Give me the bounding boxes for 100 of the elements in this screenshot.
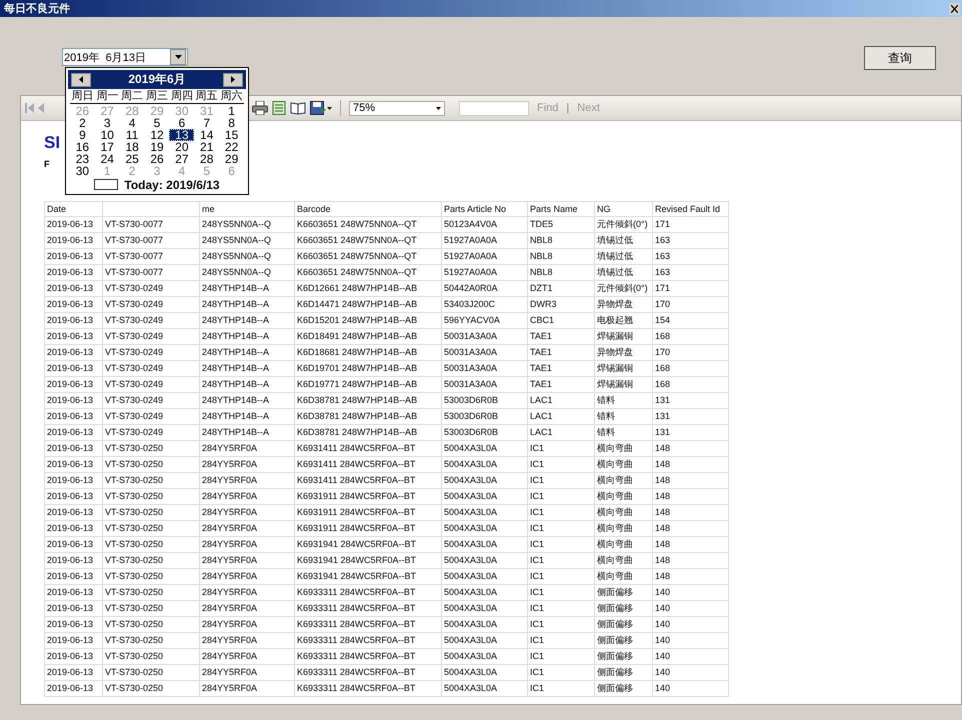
calendar-day[interactable]: 13 [169, 129, 194, 141]
calendar-day[interactable]: 21 [194, 141, 220, 153]
table-cell: K6603651 248W75NN0A--QT [295, 217, 442, 233]
query-button[interactable]: 查询 [864, 46, 936, 70]
next-month-button[interactable] [223, 72, 243, 86]
calendar-day[interactable]: 30 [70, 165, 95, 177]
save-icon[interactable] [310, 101, 332, 115]
table-cell: IC1 [528, 665, 595, 681]
table-cell: IC1 [528, 537, 595, 553]
table-cell: NBL8 [528, 233, 595, 249]
table-cell: K6D19701 248W7HP14B--AB [295, 361, 442, 377]
calendar-day[interactable]: 27 [169, 153, 194, 165]
table-cell: K6931941 284WC5RF0A--BT [295, 537, 442, 553]
table-cell: 5004XA3L0A [442, 649, 528, 665]
calendar-day[interactable]: 17 [94, 141, 120, 153]
table-cell: 284YY5RF0A [200, 505, 295, 521]
calendar-day[interactable]: 25 [120, 153, 145, 165]
page-icon[interactable] [272, 101, 286, 115]
table-cell: 50031A3A0A [442, 345, 528, 361]
today-link[interactable]: Today: 2019/6/13 [124, 178, 220, 192]
calendar-day[interactable]: 11 [120, 129, 145, 141]
table-cell: IC1 [528, 585, 595, 601]
calendar-day[interactable]: 23 [70, 153, 95, 165]
calendar-day[interactable]: 26 [144, 153, 170, 165]
find-field[interactable] [459, 100, 529, 116]
table-cell: 2019-06-13 [45, 345, 103, 361]
table-cell: 248YTHP14B--A [200, 377, 295, 393]
close-icon[interactable] [949, 2, 960, 14]
table-cell: K6933311 284WC5RF0A--BT [295, 633, 442, 649]
table-cell: 填锡过低 [595, 265, 653, 281]
table-cell: 横向弯曲 [595, 473, 653, 489]
table-cell: IC1 [528, 553, 595, 569]
table-cell: VT-S730-0250 [103, 457, 200, 473]
print-icon[interactable] [252, 101, 268, 115]
table-cell: VT-S730-0077 [103, 249, 200, 265]
previous-month-button[interactable] [71, 72, 91, 86]
table-cell: K6933311 284WC5RF0A--BT [295, 617, 442, 633]
table-cell: 170 [653, 297, 729, 313]
table-cell: VT-S730-0250 [103, 473, 200, 489]
table-cell: VT-S730-0249 [103, 425, 200, 441]
table-cell: 5004XA3L0A [442, 617, 528, 633]
calendar-day[interactable]: 29 [219, 153, 244, 165]
calendar-day[interactable]: 14 [194, 129, 220, 141]
calendar-day[interactable]: 24 [94, 153, 120, 165]
table-cell: 焊锡漏铜 [595, 377, 653, 393]
table-cell: 248YS5NN0A--Q [200, 217, 295, 233]
table-cell: 168 [653, 329, 729, 345]
table-cell: K6931911 284WC5RF0A--BT [295, 505, 442, 521]
calendar-day[interactable]: 1 [219, 105, 244, 117]
zoom-dropdown[interactable]: 75% [349, 100, 445, 116]
table-cell: 50442A0R0A [442, 281, 528, 297]
calendar-day[interactable]: 2 [70, 117, 95, 129]
table-cell: 248YTHP14B--A [200, 345, 295, 361]
calendar-day[interactable]: 12 [144, 129, 170, 141]
table-cell: IC1 [528, 649, 595, 665]
table-cell: 侧面偏移 [595, 617, 653, 633]
table-cell: 284YY5RF0A [200, 617, 295, 633]
table-cell: 2019-06-13 [45, 297, 103, 313]
calendar-day[interactable]: 16 [70, 141, 95, 153]
date-picker-field[interactable]: 2019年 6月13日 [62, 48, 188, 66]
table-cell: 148 [653, 457, 729, 473]
calendar-day[interactable]: 18 [120, 141, 145, 153]
calendar-day[interactable]: 28 [194, 153, 220, 165]
left-arrow-icon [79, 76, 83, 83]
table-cell: 168 [653, 361, 729, 377]
table-cell: 5004XA3L0A [442, 505, 528, 521]
calendar-day[interactable]: 22 [219, 141, 244, 153]
table-cell: VT-S730-0249 [103, 281, 200, 297]
table-cell: 横向弯曲 [595, 489, 653, 505]
table-cell: 横向弯曲 [595, 521, 653, 537]
calendar-day[interactable]: 8 [219, 117, 244, 129]
table-cell: 50031A3A0A [442, 361, 528, 377]
calendar-day[interactable]: 19 [144, 141, 170, 153]
table-cell: K6933311 284WC5RF0A--BT [295, 585, 442, 601]
book-icon[interactable] [290, 101, 306, 115]
calendar-day[interactable]: 4 [120, 117, 145, 129]
table-cell: 横向弯曲 [595, 457, 653, 473]
table-cell: VT-S730-0249 [103, 297, 200, 313]
table-cell: 2019-06-13 [45, 217, 103, 233]
table-cell: 5004XA3L0A [442, 553, 528, 569]
calendar-day[interactable]: 15 [219, 129, 244, 141]
weekday-label: 周六 [220, 90, 244, 103]
calendar-day[interactable]: 3 [94, 117, 120, 129]
calendar-day[interactable]: 5 [144, 117, 170, 129]
table-cell: K6931911 284WC5RF0A--BT [295, 489, 442, 505]
table-cell: TAE1 [528, 329, 595, 345]
table-cell: 140 [653, 649, 729, 665]
calendar-day[interactable]: 6 [169, 117, 194, 129]
calendar-day[interactable]: 20 [169, 141, 194, 153]
calendar-day[interactable]: 10 [94, 129, 120, 141]
table-cell: 171 [653, 217, 729, 233]
table-cell: 元件倾斜(0°) [595, 217, 653, 233]
column-header: Date [45, 201, 103, 217]
calendar-day[interactable]: 9 [70, 129, 95, 141]
table-cell: 50123A4V0A [442, 217, 528, 233]
column-header: Revised Fault Id [653, 201, 729, 217]
table-cell: K6931941 284WC5RF0A--BT [295, 569, 442, 585]
table-cell: 53003D6R0B [442, 393, 528, 409]
calendar-day[interactable]: 7 [194, 117, 220, 129]
table-cell: VT-S730-0250 [103, 569, 200, 585]
